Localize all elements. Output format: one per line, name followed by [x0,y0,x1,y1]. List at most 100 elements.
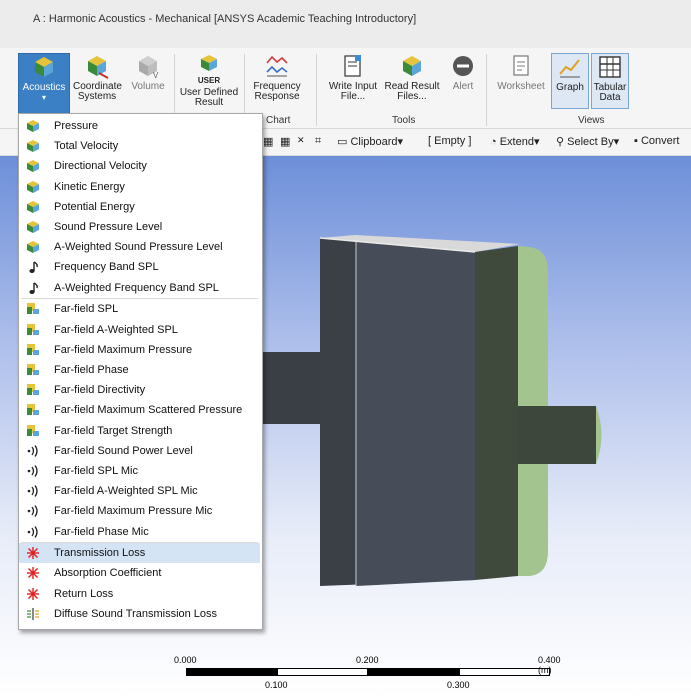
menu-item-far-field-spl-mic[interactable]: Far-field SPL Mic [19,461,260,481]
menu-item-label: Kinetic Energy [54,180,125,193]
right-pipe-end [596,406,602,464]
menu-item-label: Far-field Maximum Scattered Pressure [54,404,243,417]
menu-item-label: Directional Velocity [54,160,147,173]
menu-item-label: Far-field Maximum Pressure [54,343,193,356]
write-input-file-button[interactable]: Write Input File... [326,53,380,102]
annotation-icon[interactable]: ⌗ [315,135,321,148]
menu-item-far-field-phase[interactable]: Far-field Phase [19,360,260,380]
volume-button[interactable]: V Volume [126,53,170,92]
menu-item-far-field-spl[interactable]: Far-field SPL [19,299,260,319]
sound-wave-icon [26,525,40,539]
read-result-files-button[interactable]: Read Result Files... [383,53,441,102]
convert-label: Convert [640,135,680,147]
svg-text:V: V [153,71,159,79]
menu-item-return-loss[interactable]: Return Loss [19,584,260,604]
clipboard-label: Clipboard [350,136,398,148]
menu-item-far-field-a-weighted-spl[interactable]: Far-field A-Weighted SPL [19,320,260,340]
dropdown-arrow-icon: ▾ [41,93,46,102]
scale-label-400: 0.400 (m) [538,655,561,675]
ribbon-separator [316,54,317,126]
menu-item-far-field-maximum-scattered-pressure[interactable]: Far-field Maximum Scattered Pressure [19,400,260,420]
frequency-response-button[interactable]: Frequency Response [252,53,302,102]
scale-bar: 0.000 0.100 0.200 0.300 0.400 (m) [174,655,561,690]
far-field-icon [26,383,40,397]
acoustics-dropdown-menu: Pressure Total Velocity Directional Veloci… [18,113,263,630]
menu-item-sound-pressure-level[interactable]: Sound Pressure Level [19,217,260,237]
menu-item-directional-velocity[interactable]: Directional Velocity [19,156,260,176]
acoustic-result-icon [26,200,40,214]
clipboard-menu[interactable]: ▭ Clipboard▾ [337,135,403,148]
menu-item-far-field-directivity[interactable]: Far-field Directivity [19,380,260,400]
menu-item-potential-energy[interactable]: Potential Energy [19,197,260,217]
menu-item-diffuse-sound-transmission-loss[interactable]: Diffuse Sound Transmission Loss [19,604,260,624]
scale-segment [459,668,550,676]
alert-button[interactable]: Alert [448,53,478,92]
display-toggle-icon[interactable]: ▦ [263,135,273,148]
sound-wave-icon [26,484,40,498]
sound-wave-icon [26,464,40,478]
red-star-icon [26,546,40,560]
convert-menu[interactable]: ▪ Convert [634,135,680,147]
menu-item-transmission-loss[interactable]: Transmission Loss [19,543,260,564]
right-pipe [518,406,596,464]
scale-segment [368,668,459,676]
menu-item-kinetic-energy[interactable]: Kinetic Energy [19,177,260,197]
chamber-front-face [356,240,475,586]
alert-label: Alert [452,81,474,92]
graph-button[interactable]: Graph [551,53,589,109]
menu-item-far-field-target-strength[interactable]: Far-field Target Strength [19,421,260,441]
menu-item-label: Pressure [54,120,99,132]
graph-icon [557,54,583,80]
menu-item-a-weighted-sound-pressure-level[interactable]: A-Weighted Sound Pressure Level [19,237,260,257]
select-by-label: Select By [567,136,614,148]
scale-segment [186,668,277,676]
menu-item-label: Return Loss [54,587,114,600]
window-title: A : Harmonic Acoustics - Mechanical [ANS… [33,13,417,25]
menu-item-label: Frequency Band SPL [54,261,159,274]
scale-segment [277,668,368,676]
views-group-label: Views [578,115,605,126]
read-result-label-2: Files... [397,91,427,102]
left-pipe [255,352,320,424]
menu-item-label: Sound Pressure Level [54,221,163,233]
menu-item-label: Far-field Phase Mic [54,525,149,538]
worksheet-label: Worksheet [497,81,545,92]
menu-item-far-field-a-weighted-spl-mic[interactable]: Far-field A-Weighted SPL Mic [19,481,260,501]
menu-item-label: Far-field Phase [54,363,129,376]
display-edges-icon[interactable]: ▦ [280,135,290,148]
volume-icon: V [135,53,161,80]
graph-label: Graph [556,82,584,93]
volume-label: Volume [131,81,165,92]
menu-item-absorption-coefficient[interactable]: Absorption Coefficient [19,563,260,583]
acoustics-icon [31,54,57,80]
menu-item-far-field-sound-power-level[interactable]: Far-field Sound Power Level [19,441,260,461]
menu-item-a-weighted-frequency-band-spl[interactable]: A-Weighted Frequency Band SPL [19,278,260,298]
frequency-response-label-2: Response [254,91,300,102]
worksheet-icon [508,53,534,79]
tools-group-label: Tools [392,115,416,126]
music-note-icon [26,281,40,295]
empty-indicator: [ Empty ] [428,135,472,147]
red-star-icon [26,587,40,601]
frequency-response-icon [264,53,290,79]
diffuse-tl-icon [26,607,40,621]
tabular-label-2: Data [599,92,621,103]
select-by-menu[interactable]: ⚲ Select By▾ [556,135,619,148]
menu-item-label: Far-field SPL Mic [54,464,138,477]
user-defined-result-icon [196,53,222,79]
menu-item-pressure[interactable]: Pressure [19,116,260,136]
worksheet-button[interactable]: Worksheet [494,53,548,92]
vertex-icon[interactable]: ✕ [297,135,305,146]
menu-item-frequency-band-spl[interactable]: Frequency Band SPL [19,257,260,277]
coordinate-systems-button[interactable]: Coordinate Systems [73,53,122,102]
menu-item-total-velocity[interactable]: Total Velocity [19,136,260,156]
menu-item-far-field-maximum-pressure-mic[interactable]: Far-field Maximum Pressure Mic [19,501,260,521]
menu-item-far-field-phase-mic[interactable]: Far-field Phase Mic [19,522,260,542]
tabular-data-button[interactable]: Tabular Data [591,53,629,109]
music-note-icon [26,260,40,274]
menu-item-label: Transmission Loss [54,547,146,560]
user-defined-result-button[interactable]: USER User Defined Result [178,53,240,108]
menu-item-far-field-maximum-pressure[interactable]: Far-field Maximum Pressure [19,340,260,360]
menu-item-label: Far-field Sound Power Level [54,444,193,457]
extend-menu[interactable]: ◔ Extend▾ [490,135,539,148]
